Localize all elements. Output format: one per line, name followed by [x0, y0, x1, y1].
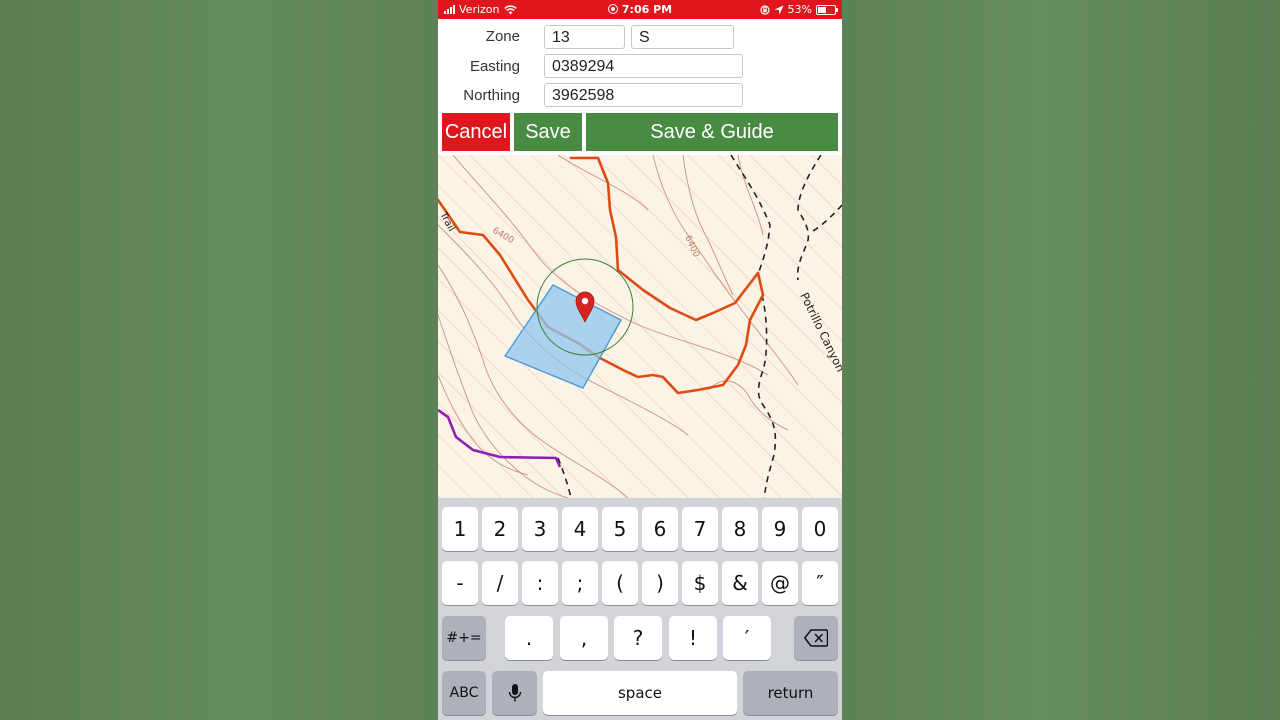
save-button[interactable]: Save — [514, 113, 582, 151]
key-hyphen[interactable]: - — [442, 561, 478, 605]
key-6[interactable]: 6 — [642, 507, 678, 551]
status-bar: Verizon 7:06 PM 53% — [438, 0, 842, 19]
key-5[interactable]: 5 — [602, 507, 638, 551]
status-right-group: 53% — [759, 3, 838, 16]
key-exclamation[interactable]: ! — [669, 616, 717, 660]
return-key[interactable]: return — [743, 671, 838, 715]
orientation-lock-icon — [759, 4, 770, 15]
key-semicolon[interactable]: ; — [562, 561, 598, 605]
key-period[interactable]: . — [505, 616, 553, 660]
map-canvas[interactable]: 6400 6400 Potrillo Canyon Trail — [438, 155, 842, 498]
key-prime[interactable]: ′ — [723, 616, 771, 660]
battery-percent: 53% — [787, 3, 812, 16]
key-question[interactable]: ? — [614, 616, 662, 660]
phone-screen: Verizon 7:06 PM 53% Zone 13 S Easting 03… — [438, 0, 842, 720]
key-2[interactable]: 2 — [482, 507, 518, 551]
key-ampersand[interactable]: & — [722, 561, 758, 605]
cancel-button[interactable]: Cancel — [442, 113, 510, 151]
blurred-background-left — [0, 0, 438, 720]
key-0[interactable]: 0 — [802, 507, 838, 551]
numeric-keyboard: 1 2 3 4 5 6 7 8 9 0 - / : ; ( ) $ & @ ″ … — [438, 498, 842, 720]
key-abc[interactable]: ABC — [442, 671, 486, 715]
space-key[interactable]: space — [543, 671, 737, 715]
dictation-key[interactable] — [492, 671, 537, 715]
key-slash[interactable]: / — [482, 561, 518, 605]
northing-input[interactable]: 3962598 — [544, 83, 743, 107]
key-1[interactable]: 1 — [442, 507, 478, 551]
key-comma[interactable]: , — [560, 616, 608, 660]
microphone-icon — [508, 684, 522, 702]
battery-icon — [816, 4, 838, 15]
key-9[interactable]: 9 — [762, 507, 798, 551]
map-view[interactable]: 6400 6400 Potrillo Canyon Trail — [438, 155, 842, 498]
zone-number-input[interactable]: 13 — [544, 25, 625, 49]
key-7[interactable]: 7 — [682, 507, 718, 551]
time-text: 7:06 PM — [621, 3, 673, 16]
backspace-icon — [804, 629, 828, 647]
key-3[interactable]: 3 — [522, 507, 558, 551]
northing-label: Northing — [463, 87, 520, 104]
save-and-guide-button[interactable]: Save & Guide — [586, 113, 838, 151]
key-colon[interactable]: : — [522, 561, 558, 605]
zone-label: Zone — [485, 28, 520, 45]
land-hatch — [438, 155, 842, 498]
key-more-symbols[interactable]: #+= — [442, 616, 486, 660]
easting-label: Easting — [469, 58, 520, 75]
blurred-background-right — [842, 0, 1280, 720]
delete-key[interactable] — [794, 616, 838, 660]
key-dollar[interactable]: $ — [682, 561, 718, 605]
key-8[interactable]: 8 — [722, 507, 758, 551]
key-double-prime[interactable]: ″ — [802, 561, 838, 605]
key-at[interactable]: @ — [762, 561, 798, 605]
screen-recording-icon — [607, 4, 618, 14]
key-4[interactable]: 4 — [562, 507, 598, 551]
key-open-paren[interactable]: ( — [602, 561, 638, 605]
location-arrow-icon — [774, 5, 784, 14]
zone-letter-input[interactable]: S — [631, 25, 734, 49]
key-close-paren[interactable]: ) — [642, 561, 678, 605]
easting-input[interactable]: 0389294 — [544, 54, 743, 78]
